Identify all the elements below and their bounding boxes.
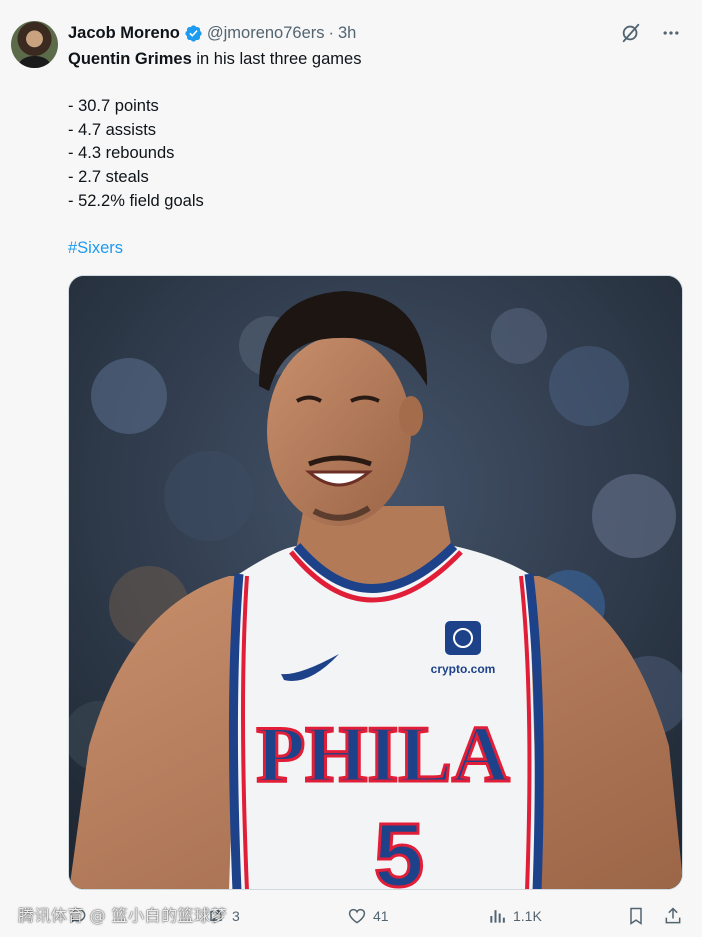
avatar[interactable] [11,21,58,68]
like-count: 41 [373,908,389,924]
sponsor-text: crypto.com [431,662,496,676]
stat-line: - 2.7 steals [68,167,149,186]
like-button[interactable]: 41 [347,906,389,926]
stat-line: - 52.2% field goals [68,191,204,210]
tweet: Jacob Moreno @jmoreno76ers · 3h Quentin … [0,0,702,937]
grok-icon[interactable] [620,22,642,44]
author-name[interactable]: Jacob Moreno [68,24,180,43]
separator-dot: · [328,23,335,42]
top-actions [620,22,682,44]
author-handle[interactable]: @jmoreno76ers [207,24,325,43]
views-icon [490,910,505,923]
like-icon [348,908,366,924]
post-time[interactable]: 3h [338,24,356,43]
bookmark-button[interactable] [626,906,646,926]
share-button[interactable] [663,906,683,926]
tweet-header: Jacob Moreno @jmoreno76ers · 3h [68,22,356,44]
stat-line: - 30.7 points [68,97,159,116]
jersey-word: PHILA [256,711,510,799]
more-icon[interactable] [660,22,682,44]
views-count: 1.1K [513,908,542,924]
share-icon [665,907,681,924]
lead-text: in his last three games [191,50,362,68]
stat-line: - 4.3 rebounds [68,144,175,163]
bookmark-icon [630,907,642,925]
player-name: Quentin Grimes [68,50,192,68]
post-image[interactable]: crypto.com PHILA 5 [68,275,683,890]
hashtag-link[interactable]: #Sixers [68,237,668,261]
stat-line: - 4.7 assists [68,120,157,139]
tweet-text: Quentin Grimes in his last three games -… [68,48,668,260]
repost-count: 3 [232,908,240,924]
lead-line: Quentin Grimes in his last three games [68,48,668,72]
jersey-number: 5 [374,806,424,890]
verified-badge-icon [184,24,203,43]
watermark: 腾讯体育 @ 篮小白的篮球梦 [18,906,228,925]
views-button[interactable]: 1.1K [487,906,542,926]
